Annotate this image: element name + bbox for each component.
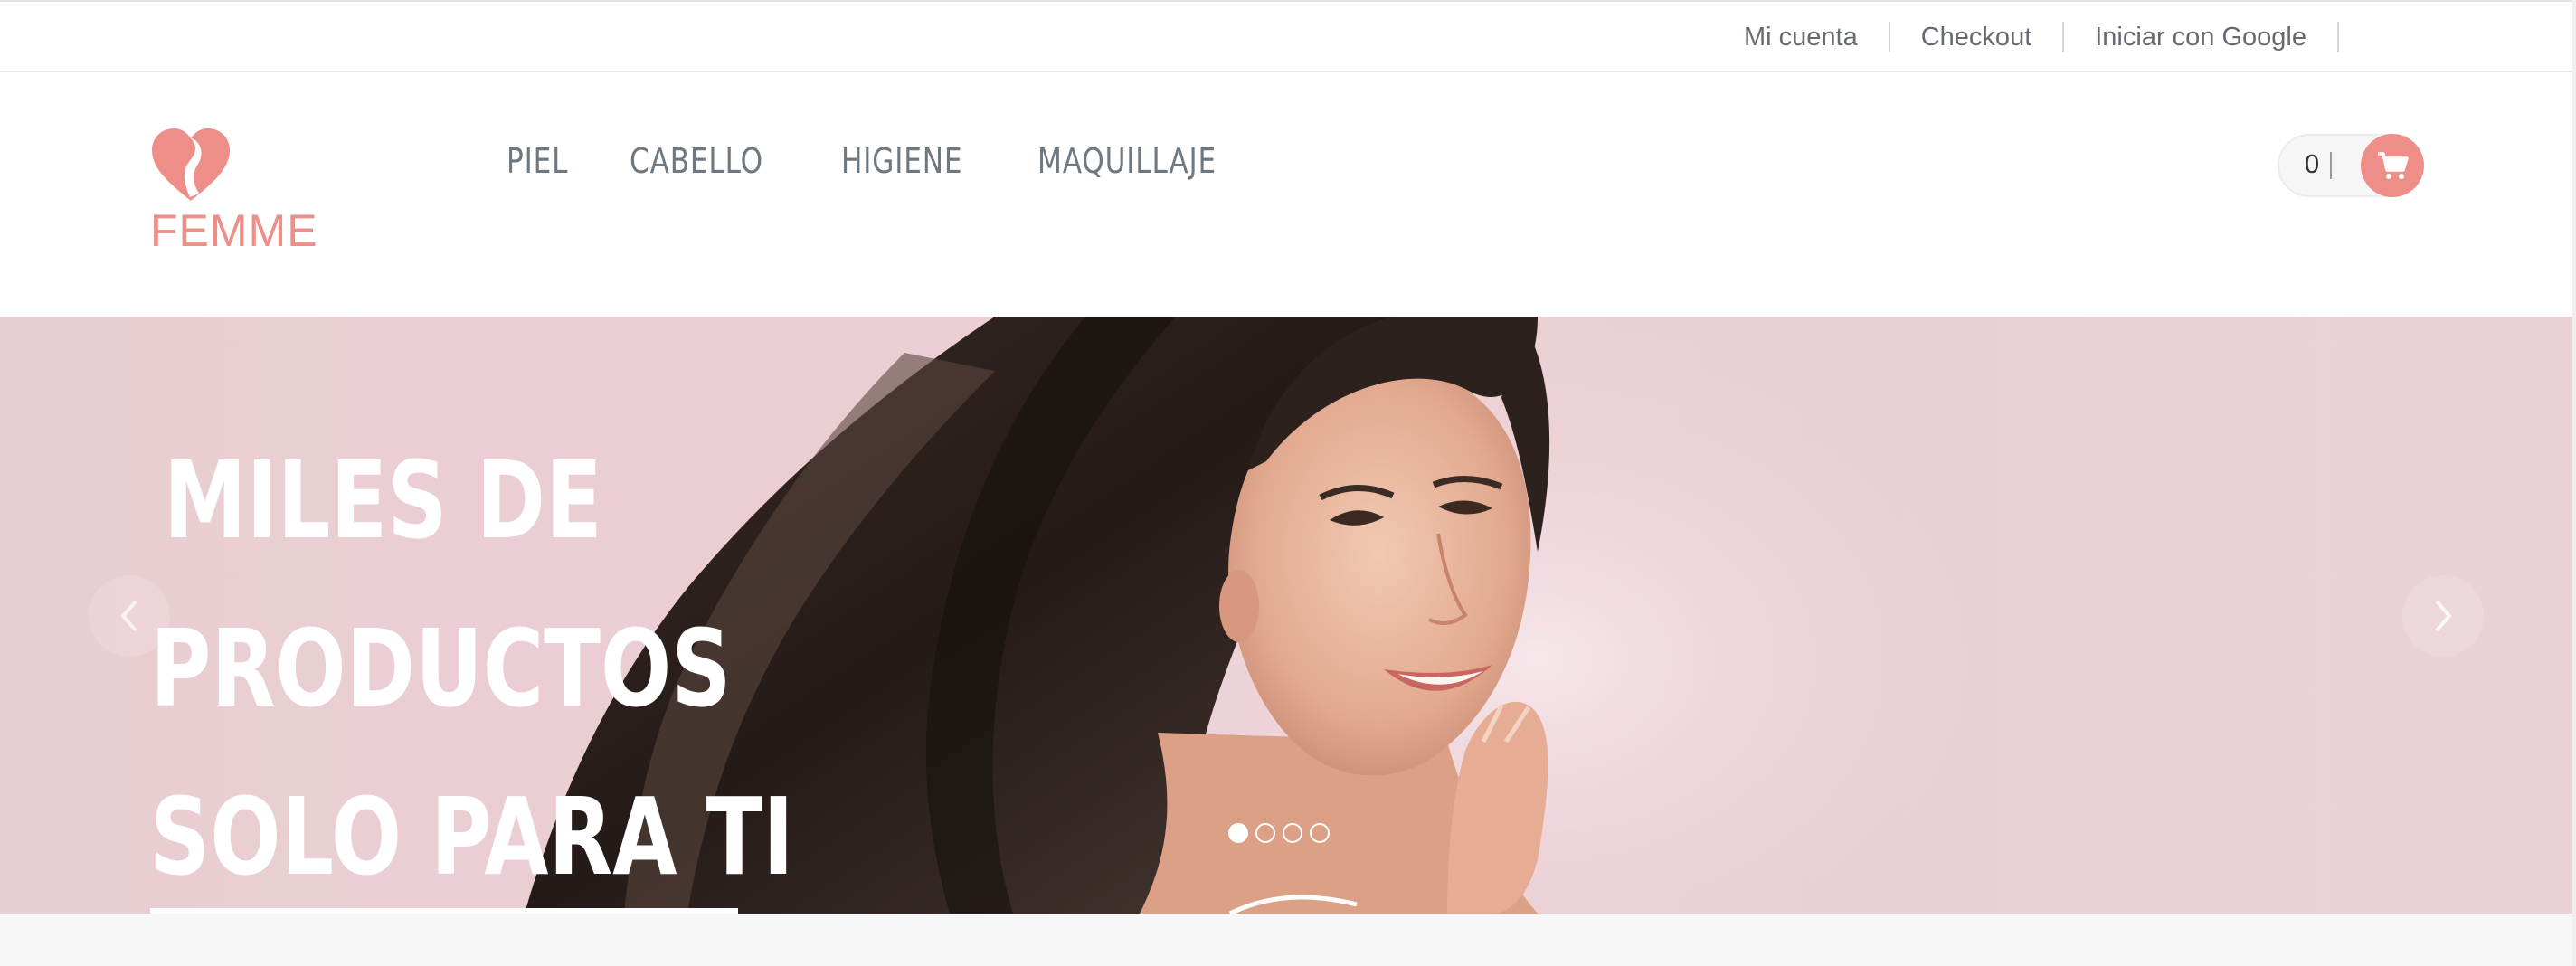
top-utility-bar: Mi cuenta Checkout Iniciar con Google [0,0,2576,72]
page-content-strip [0,914,2576,966]
slider-pagination [1228,823,1330,843]
account-links: Mi cuenta Checkout Iniciar con Google [1713,2,2339,72]
hero-headline: MILES DE PRODUCTOS SOLO PARA TI [150,416,794,914]
hero-headline-line-3: SOLO PARA TI [150,774,794,899]
scrollbar-track[interactable] [2572,0,2576,966]
main-navigation: PIEL CABELLO HIGIENE MAQUILLAJE [507,141,1303,181]
hero-headline-line-1: MILES DE [163,438,602,563]
checkout-link[interactable]: Checkout [1890,22,2065,52]
hero-slider: MILES DE PRODUCTOS SOLO PARA TI [0,317,2576,914]
brand-logo[interactable]: FEMME [150,127,331,262]
cart-button[interactable] [2361,134,2424,197]
logo-wordmark: FEMME [150,205,318,256]
slider-next-button[interactable] [2402,575,2484,657]
nav-item-higiene[interactable]: HIGIENE [841,141,962,181]
chevron-left-icon [120,600,137,632]
cart-widget[interactable]: 0 [2278,134,2424,197]
my-account-link[interactable]: Mi cuenta [1713,22,1890,52]
nav-item-piel[interactable]: PIEL [507,141,568,181]
chevron-right-icon [2435,600,2452,632]
slider-dot-3[interactable] [1283,823,1302,843]
shopping-cart-icon [2378,152,2409,179]
site-header: FEMME PIEL CABELLO HIGIENE MAQUILLAJE 0 [0,72,2576,317]
hero-headline-line-2: PRODUCTOS [150,606,732,731]
slider-dot-4[interactable] [1310,823,1330,843]
heart-woman-icon [152,128,230,201]
cart-count: 0 [2305,150,2320,179]
slider-dot-2[interactable] [1255,823,1275,843]
google-login-link[interactable]: Iniciar con Google [2064,22,2339,52]
cart-divider [2330,152,2332,179]
nav-item-maquillaje[interactable]: MAQUILLAJE [1037,141,1217,181]
slider-prev-button[interactable] [89,575,170,657]
slider-dot-1[interactable] [1228,823,1248,843]
nav-item-cabello[interactable]: CABELLO [630,141,763,181]
